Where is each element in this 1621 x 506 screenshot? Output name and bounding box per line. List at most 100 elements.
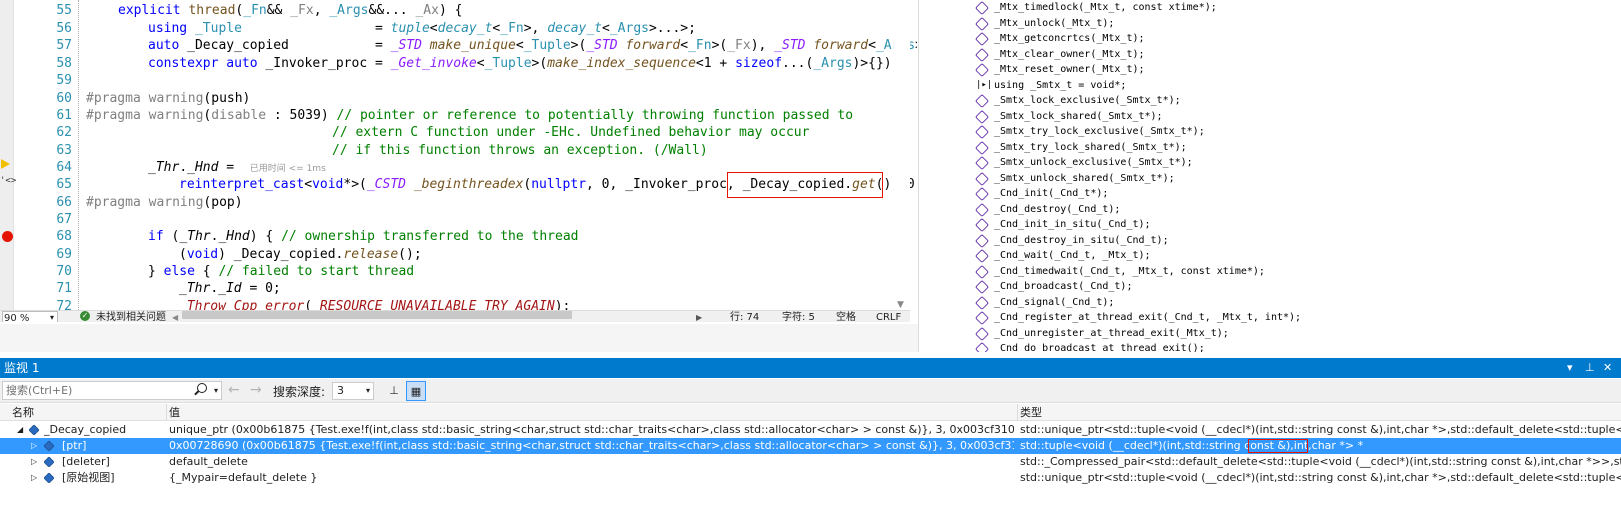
method-icon: [974, 264, 990, 279]
watch-row-type: std::unique_ptr<std::tuple<void (__cdecl…: [1020, 471, 1621, 484]
method-icon: [974, 186, 990, 202]
pin-icon[interactable]: ⊥: [1585, 358, 1595, 378]
line-number: 58: [56, 56, 72, 71]
close-icon[interactable]: ✕: [1603, 358, 1612, 378]
watch-row-value[interactable]: unique_ptr (0x00b61875 {Test.exe!f(int,c…: [169, 422, 1014, 438]
method-icon: [974, 248, 990, 264]
code-line-72: _Throw_Cpp_error(_RESOURCE_UNAVAILABLE_T…: [179, 299, 571, 310]
method-icon: [974, 93, 990, 109]
search-depth-select[interactable]: 3 ▾: [332, 382, 374, 400]
line-number: 69: [56, 247, 72, 262]
column-header-name[interactable]: 名称: [12, 404, 34, 421]
code-line-69: (void) _Decay_copied.release();: [179, 247, 422, 262]
column-separator[interactable]: [166, 404, 167, 421]
vertical-scrollbar[interactable]: ▼: [894, 0, 910, 310]
watch-row-value[interactable]: {_Mypair=default_delete }: [169, 470, 1014, 486]
column-header-type[interactable]: 类型: [1020, 404, 1042, 421]
code-line-60: #pragma warning(push): [86, 91, 251, 106]
dropdown-icon[interactable]: ▾: [1567, 358, 1573, 378]
search-depth-label: 搜索深度:: [273, 385, 326, 399]
char-indicator[interactable]: 字符: 5: [782, 311, 815, 322]
expand-icon[interactable]: ▷: [31, 470, 37, 486]
line-number: 57: [56, 38, 72, 53]
indicator-margin[interactable]: '<>: [0, 0, 17, 310]
watch-row-selected[interactable]: ▷ [ptr] 0x00728690 (0x00b61875 {Test.exe…: [0, 438, 1621, 454]
line-number: 61: [56, 108, 72, 123]
highlight-box: [727, 172, 883, 198]
pin-watch-icon[interactable]: ⊥: [384, 381, 404, 401]
line-number: 56: [56, 21, 72, 36]
line-number: 70: [56, 264, 72, 279]
method-icon: [974, 16, 990, 31]
watch-row-name: [deleter]: [62, 455, 110, 468]
watch-row[interactable]: ▷ [deleter] default_delete std::_Compres…: [0, 454, 1621, 470]
expand-icon[interactable]: ▷: [31, 454, 37, 470]
watch-row[interactable]: ◢ _Decay_copied unique_ptr (0x00b61875 {…: [0, 422, 1621, 438]
eol-indicator[interactable]: CRLF: [876, 311, 901, 322]
highlight-box: [1248, 439, 1308, 453]
column-header-value[interactable]: 值: [169, 404, 180, 421]
scroll-right-icon[interactable]: ▶: [696, 311, 702, 322]
method-icon: [974, 279, 990, 295]
code-editor[interactable]: '<> 55 56 57 58 59 60 61 62 63 64 65 66 …: [0, 0, 930, 322]
typedef-icon: |▸|: [976, 79, 993, 90]
watch-title: 监视 1: [4, 361, 40, 375]
horizontal-scroll-thumb[interactable]: [182, 311, 572, 319]
line-indicator[interactable]: 行: 74: [730, 311, 759, 322]
code-line-57: auto _Decay_copied = _STD make_unique<_T…: [148, 38, 917, 53]
forward-arrow-icon[interactable]: →: [250, 382, 262, 398]
watch-row[interactable]: ▷ [原始视图] {_Mypair=default_delete } std::…: [0, 470, 1621, 486]
method-icon: [974, 326, 990, 341]
issues-text[interactable]: 未找到相关问题: [96, 311, 166, 322]
step-icon: '<>: [0, 176, 17, 186]
column-separator[interactable]: [1017, 404, 1018, 421]
back-arrow-icon[interactable]: ←: [228, 382, 240, 398]
method-icon: [974, 124, 990, 140]
watch-row-value[interactable]: 0x00728690 (0x00b61875 {Test.exe!f(int,c…: [169, 438, 1014, 454]
collapse-icon[interactable]: ◢: [17, 422, 23, 438]
spaces-indicator[interactable]: 空格: [836, 311, 856, 322]
hex-display-icon[interactable]: ▦: [406, 381, 426, 401]
check-icon: ✓: [80, 311, 90, 321]
chevron-down-icon[interactable]: ▾: [214, 382, 218, 399]
method-icon: [974, 217, 990, 233]
code-text-area[interactable]: explicit thread(_Fn&& _Fx, _Args&&... _A…: [72, 0, 917, 310]
chevron-down-icon: ▾: [365, 386, 370, 395]
line-number: 66: [56, 195, 72, 210]
scroll-left-icon[interactable]: ◀: [172, 311, 178, 322]
line-number: 63: [56, 143, 72, 158]
class-members-pane[interactable]: _Mtx_timedlock(_Mtx_t, const xtime*); _M…: [918, 0, 1621, 352]
watch-row-type: std::_Compressed_pair<std::default_delet…: [1020, 455, 1621, 468]
variable-icon: [43, 472, 55, 484]
scroll-down-icon[interactable]: ▼: [897, 300, 904, 310]
watch-row-name: [原始视图]: [62, 471, 115, 484]
method-icon: [974, 171, 990, 186]
method-icon: [974, 202, 990, 217]
perf-tip[interactable]: 已用时间 <= 1ms: [250, 164, 326, 174]
breakpoint-icon[interactable]: [2, 231, 13, 242]
line-number: 59: [56, 73, 72, 88]
code-line-68: if (_Thr._Hnd) { // ownership transferre…: [148, 229, 579, 244]
watch-window[interactable]: 监视 1 ▾ ⊥ ✕ 搜索(Ctrl+E) ▾ ← → 搜索深度: 3 ▾ ⊥ …: [0, 352, 1621, 506]
watch-title-bar[interactable]: 监视 1 ▾ ⊥ ✕: [0, 358, 1621, 378]
method-icon: [974, 341, 990, 352]
method-icon: [974, 109, 990, 124]
code-line-64: _Thr._Hnd = 已用时间 <= 1ms: [148, 160, 326, 175]
chevron-down-icon[interactable]: ▾: [50, 311, 54, 322]
variable-icon: [28, 424, 40, 436]
code-line-61: #pragma warning(disable : 5039) // point…: [86, 108, 854, 123]
line-number: 68: [56, 229, 72, 244]
watch-row-value[interactable]: default_delete: [169, 454, 1014, 470]
expand-icon[interactable]: ▷: [31, 438, 37, 454]
search-input[interactable]: 搜索(Ctrl+E) ▾: [2, 381, 222, 400]
watch-row-name: [ptr]: [62, 439, 87, 452]
editor-status-bar: 90 % ▾ ✓ 未找到相关问题 ◀ ▶ 行: 74 字符: 5 空格 CRLF: [0, 310, 910, 322]
code-line-58: constexpr auto _Invoker_proc = _Get_invo…: [148, 56, 900, 71]
variable-icon: [43, 440, 55, 452]
method-icon: [974, 62, 990, 78]
search-icon[interactable]: [197, 383, 207, 393]
method-icon: [974, 233, 990, 248]
method-icon: [974, 47, 990, 62]
variable-icon: [43, 456, 55, 468]
code-line-56: using _Tuple = tuple<decay_t<_Fn>, decay…: [148, 21, 696, 36]
